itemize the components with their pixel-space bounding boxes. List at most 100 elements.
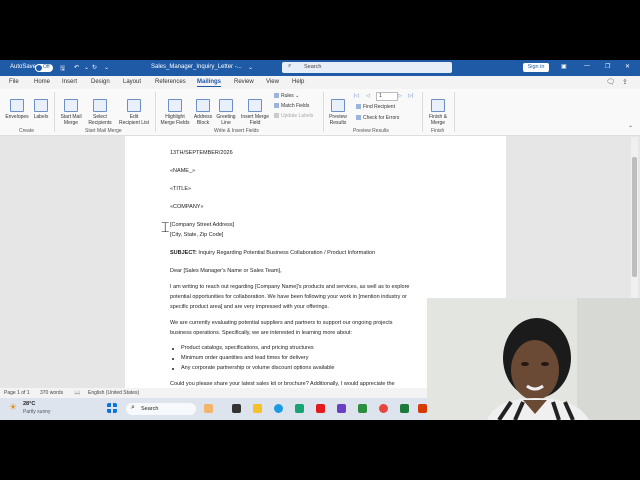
autosave-state: Off [43, 64, 50, 70]
merge-field-name[interactable]: «NAME_» [170, 168, 195, 174]
group-divider [422, 92, 423, 132]
minimize-icon[interactable]: — [584, 63, 590, 69]
match-fields-icon [274, 103, 279, 109]
tab-references[interactable]: References [155, 79, 186, 85]
envelope-icon [10, 99, 24, 112]
preview-results-button[interactable]: Preview Results [326, 93, 350, 126]
edit-list-icon [127, 99, 141, 112]
find-recipient-icon [356, 104, 361, 110]
comments-icon[interactable]: 🗨 [606, 78, 615, 86]
envelopes-label: Envelopes [5, 114, 29, 120]
match-fields-button[interactable]: Match Fields [274, 103, 309, 109]
address-block-icon [196, 99, 210, 112]
autosave-toggle[interactable]: Off [35, 64, 53, 72]
merge-field-company[interactable]: «COMPANY» [170, 204, 204, 210]
search-icon: ⌕ [131, 404, 135, 411]
group-divider [155, 92, 156, 132]
select-recipients-button[interactable]: Select Recipients [85, 93, 115, 126]
envelopes-button[interactable]: Envelopes [4, 93, 30, 120]
search-input[interactable]: ⌕ Search [282, 62, 452, 73]
labels-label: Labels [33, 114, 49, 120]
insert-field-icon [248, 99, 262, 112]
check-for-errors-label: Check for Errors [363, 115, 400, 121]
next-record-icon[interactable]: ▷ [398, 93, 402, 99]
tab-insert[interactable]: Insert [62, 79, 77, 85]
tab-design[interactable]: Design [91, 79, 110, 85]
first-record-icon[interactable]: |◁ [354, 93, 359, 99]
start-mail-merge-button[interactable]: Start Mail Merge [57, 93, 85, 126]
update-labels-button[interactable]: Update Labels [274, 113, 313, 119]
youtube-icon[interactable] [316, 404, 325, 413]
customize-toolbar-icon[interactable]: ⌄ [104, 64, 109, 71]
tab-file[interactable]: File [9, 79, 19, 85]
sign-in-button[interactable]: Sign in [523, 63, 549, 72]
wifi-app-icon[interactable] [358, 404, 367, 413]
app-icon[interactable] [337, 404, 346, 413]
taskbar-search-box[interactable]: ⌕ Search [126, 403, 196, 415]
rules-icon [274, 93, 279, 99]
bullet-marker [172, 358, 174, 360]
search-highlight-icon[interactable] [204, 404, 213, 413]
highlight-merge-fields-button[interactable]: Highlight Merge Fields [158, 93, 192, 126]
save-icon[interactable]: 🖫 [60, 64, 65, 74]
previous-record-icon[interactable]: ◁ [366, 93, 370, 99]
subject-label: SUBJECT: [170, 250, 197, 256]
find-recipient-label: Find Recipient [363, 104, 395, 110]
word-count[interactable]: 370 words [40, 390, 63, 396]
group-label-start-mail-merge: Start Mail Merge [85, 128, 122, 134]
redo-icon[interactable]: ↻ [92, 64, 97, 71]
record-number-input[interactable]: 1 [376, 92, 398, 101]
edit-recipient-list-label: Edit Recipient List [118, 114, 149, 126]
edit-recipient-list-button[interactable]: Edit Recipient List [117, 93, 151, 126]
close-icon[interactable]: ✕ [625, 63, 630, 70]
chevron-down-icon[interactable]: ⌄ [84, 64, 89, 71]
greeting-line-button[interactable]: Greeting Line [215, 93, 237, 126]
excel-icon[interactable] [400, 404, 409, 413]
undo-icon[interactable]: ↶ [74, 64, 79, 71]
file-explorer-icon[interactable] [253, 404, 262, 413]
chrome-icon[interactable] [379, 404, 388, 413]
paragraph-1-line-1: I am writing to reach out regarding [Com… [170, 284, 410, 290]
tab-home[interactable]: Home [34, 79, 50, 85]
find-recipient-button[interactable]: Find Recipient [356, 104, 395, 110]
tab-view[interactable]: View [266, 79, 279, 85]
page-count[interactable]: Page 1 of 1 [4, 390, 30, 396]
powerpoint-icon[interactable] [418, 404, 427, 413]
insert-merge-field-button[interactable]: Insert Merge Field [238, 93, 272, 126]
check-for-errors-button[interactable]: Check for Errors [356, 115, 399, 121]
ribbon-display-icon[interactable]: ▣ [561, 63, 567, 70]
scrollbar-thumb[interactable] [632, 157, 637, 277]
group-divider [54, 92, 55, 132]
finish-merge-button[interactable]: Finish & Merge [425, 93, 451, 126]
weather-temperature[interactable]: 28°C [23, 401, 35, 407]
subject-text: Inquiry Regarding Potential Business Col… [196, 250, 376, 256]
toggle-knob [36, 65, 42, 71]
language-indicator[interactable]: English (United States) [88, 390, 139, 396]
group-label-preview-results: Preview Results [353, 128, 389, 134]
labels-button[interactable]: Labels [32, 93, 50, 120]
address-block-button[interactable]: Address Block [192, 93, 214, 126]
windows-start-icon[interactable] [107, 403, 117, 413]
task-view-icon[interactable] [232, 404, 241, 413]
tab-layout[interactable]: Layout [123, 79, 141, 85]
store-icon[interactable] [295, 404, 304, 413]
chevron-down-icon[interactable]: ⌄ [248, 64, 253, 71]
last-record-icon[interactable]: ▷| [408, 93, 413, 99]
labels-icon [34, 99, 48, 112]
paragraph-3-line-1: Could you please share your latest sales… [170, 381, 395, 387]
weather-icon[interactable]: ☀ [9, 402, 17, 413]
rules-button[interactable]: Rules ⌄ [274, 93, 299, 99]
match-fields-label: Match Fields [281, 103, 310, 109]
share-icon[interactable]: ⇪ [622, 78, 628, 86]
bullet-marker [172, 348, 174, 350]
tab-mailings[interactable]: Mailings [197, 79, 222, 87]
merge-field-title[interactable]: «TITLE» [170, 186, 191, 192]
greeting-text: Dear [Sales Manager's Name or Sales Team… [170, 268, 282, 274]
update-labels-icon [274, 113, 279, 119]
tab-help[interactable]: Help [292, 79, 304, 85]
tab-review[interactable]: Review [234, 79, 254, 85]
edge-browser-icon[interactable] [274, 404, 283, 413]
proofing-icon[interactable]: 📖 [74, 390, 80, 396]
collapse-ribbon-icon[interactable]: ⌃ [628, 125, 633, 132]
restore-icon[interactable]: ❐ [605, 63, 610, 70]
